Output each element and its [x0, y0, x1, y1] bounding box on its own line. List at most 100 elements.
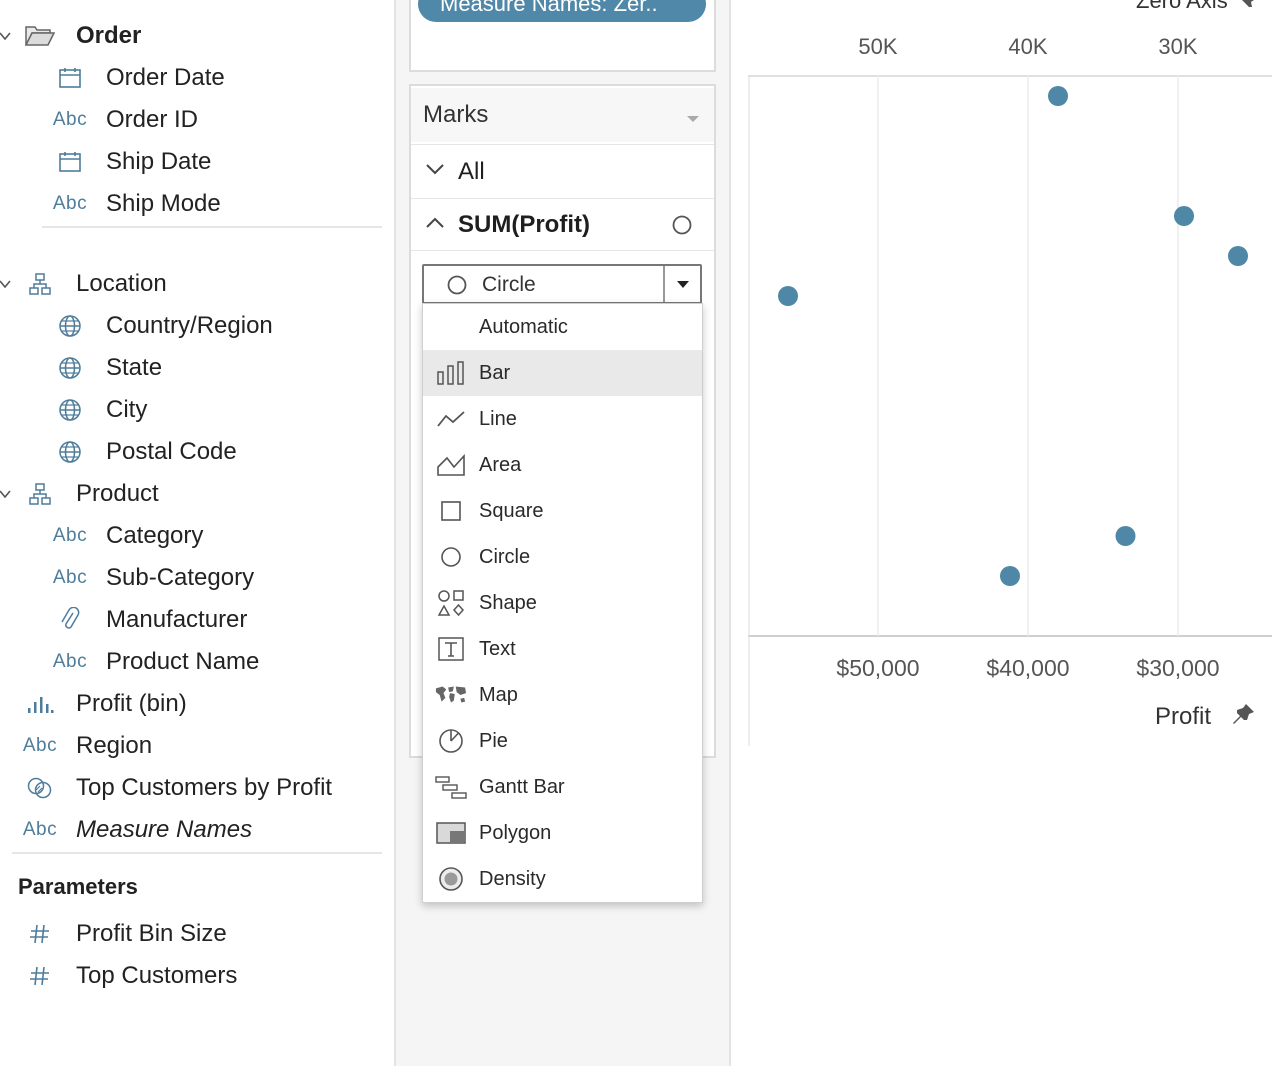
param-label: Profit Bin Size	[76, 920, 227, 947]
circle-icon	[446, 274, 468, 301]
circle-mark-icon	[671, 214, 693, 241]
option-line[interactable]: Line	[423, 396, 702, 442]
calendar-icon	[50, 58, 90, 98]
option-label: Gantt Bar	[479, 775, 565, 798]
field-label: City	[106, 396, 148, 423]
option-bar[interactable]: Bar	[423, 350, 702, 396]
pin-icon[interactable]	[1242, 0, 1254, 7]
bottom-axis-title[interactable]: Profit	[1155, 703, 1211, 730]
scatter-point[interactable]	[1000, 566, 1020, 586]
field-product-name[interactable]: Abc Product Name	[0, 642, 390, 682]
line-chart-icon	[435, 403, 467, 435]
hash-icon	[20, 956, 60, 996]
option-label: Text	[479, 637, 516, 660]
field-order-date[interactable]: Order Date	[0, 58, 390, 98]
pie-chart-icon	[435, 725, 467, 757]
scatter-point[interactable]	[1174, 206, 1194, 226]
chevron-down-icon[interactable]	[0, 16, 14, 56]
folder-open-icon	[20, 16, 60, 56]
field-state[interactable]: State	[0, 348, 390, 388]
text-mark-icon	[435, 633, 467, 665]
hierarchy-location[interactable]: Location	[0, 264, 390, 304]
density-icon	[435, 863, 467, 895]
field-ship-mode[interactable]: Abc Ship Mode	[0, 184, 390, 224]
dropdown-arrow-icon[interactable]	[663, 266, 700, 302]
data-pane: Order Order Date Abc Order ID Ship Date …	[0, 0, 394, 1066]
field-top-customers-set[interactable]: Top Customers by Profit	[0, 768, 390, 808]
option-square[interactable]: Square	[423, 488, 702, 534]
option-pie[interactable]: Pie	[423, 718, 702, 764]
option-area[interactable]: Area	[423, 442, 702, 488]
field-category[interactable]: Abc Category	[0, 516, 390, 556]
paperclip-icon	[50, 600, 90, 640]
option-label: Pie	[479, 729, 508, 752]
scatter-chart: Zero Axis 50K 40K 30K $50,000 $40,000 $30,00…	[748, 0, 1272, 746]
scatter-point[interactable]	[1115, 526, 1136, 546]
marks-all-tab[interactable]: All	[411, 146, 714, 198]
chevron-down-icon[interactable]	[0, 474, 14, 514]
option-label: Polygon	[479, 821, 552, 844]
chevron-up-icon	[425, 216, 445, 235]
option-map[interactable]: Map	[423, 672, 702, 718]
param-top-customers[interactable]: Top Customers	[0, 956, 390, 996]
option-label: Circle	[479, 545, 531, 568]
chevron-down-icon[interactable]	[0, 264, 14, 304]
field-manufacturer[interactable]: Manufacturer	[0, 600, 390, 640]
string-type-icon: Abc	[52, 193, 88, 214]
field-sub-category[interactable]: Abc Sub-Category	[0, 558, 390, 598]
option-text[interactable]: Text	[423, 626, 702, 672]
bin-histogram-icon	[20, 684, 60, 724]
folder-label: Order	[76, 22, 142, 49]
field-ship-date[interactable]: Ship Date	[0, 142, 390, 182]
option-label: Shape	[479, 591, 537, 614]
marks-divider	[411, 198, 714, 199]
field-profit-bin[interactable]: Profit (bin)	[0, 684, 390, 724]
option-shape[interactable]: Shape	[423, 580, 702, 626]
option-polygon[interactable]: Polygon	[423, 810, 702, 856]
field-region[interactable]: Abc Region	[0, 726, 390, 766]
string-type-icon: Abc	[52, 567, 88, 588]
hierarchy-icon	[20, 264, 60, 304]
mark-type-select[interactable]: Circle	[422, 264, 702, 304]
hash-icon	[20, 914, 60, 954]
field-country-region[interactable]: Country/Region	[0, 306, 390, 346]
option-gantt-bar[interactable]: Gantt Bar	[423, 764, 702, 810]
scatter-point[interactable]	[778, 286, 798, 306]
globe-icon	[50, 390, 90, 430]
square-icon	[435, 495, 467, 527]
globe-icon	[50, 306, 90, 346]
param-profit-bin-size[interactable]: Profit Bin Size	[0, 914, 390, 954]
hierarchy-label: Product	[76, 480, 159, 507]
scatter-point[interactable]	[1228, 246, 1248, 266]
parameters-header: Parameters	[18, 874, 138, 899]
param-label: Top Customers	[76, 962, 238, 989]
chevron-down-icon	[425, 162, 445, 181]
scatter-point[interactable]	[1048, 86, 1068, 106]
bar-chart-icon	[435, 357, 467, 389]
circle-icon	[435, 541, 467, 573]
bottom-tick-label: $50,000	[836, 655, 919, 681]
field-order-id[interactable]: Abc Order ID	[0, 100, 390, 140]
option-automatic[interactable]: Automatic	[423, 304, 702, 350]
measure-names-pill[interactable]: Measure Names: Zer..	[418, 0, 706, 22]
folder-order[interactable]: Order	[0, 16, 390, 56]
option-label: Bar	[479, 361, 511, 384]
option-circle[interactable]: Circle	[423, 534, 702, 580]
shapes-icon	[435, 587, 467, 619]
pin-icon[interactable]	[1233, 704, 1254, 724]
globe-icon	[50, 348, 90, 388]
marks-measure-tab[interactable]: SUM(Profit)	[411, 200, 714, 250]
field-postal-code[interactable]: Postal Code	[0, 432, 390, 472]
field-label: Postal Code	[106, 438, 237, 465]
marks-menu-caret-icon[interactable]	[686, 110, 700, 128]
field-label: Sub-Category	[106, 564, 255, 591]
option-density[interactable]: Density	[423, 856, 702, 902]
option-label: Density	[479, 867, 546, 890]
all-label: All	[458, 158, 485, 185]
hierarchy-product[interactable]: Product	[0, 474, 390, 514]
top-axis-title[interactable]: Zero Axis	[1136, 0, 1228, 13]
field-city[interactable]: City	[0, 390, 390, 430]
field-label: Country/Region	[106, 312, 273, 339]
field-label: Category	[106, 522, 204, 549]
field-measure-names[interactable]: Abc Measure Names	[0, 810, 390, 850]
